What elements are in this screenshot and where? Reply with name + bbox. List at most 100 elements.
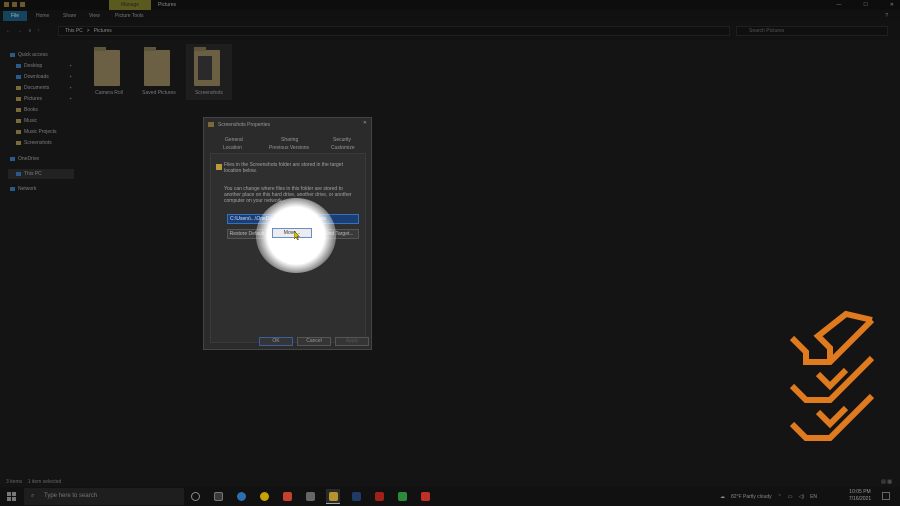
search-input[interactable]: Search Pictures — [736, 26, 888, 36]
sidebar-item-pictures[interactable]: Pictures — [16, 94, 42, 104]
taskbar-search[interactable]: ⌕ Type here to search — [24, 488, 184, 505]
folder-saved-pictures[interactable]: Saved Pictures — [136, 44, 182, 100]
properties-icon[interactable] — [12, 2, 17, 7]
dialog-close-button[interactable]: ✕ — [363, 120, 367, 126]
folder-icon — [216, 164, 222, 170]
ok-button[interactable]: OK — [259, 337, 293, 346]
brave-icon[interactable] — [280, 489, 294, 504]
sidebar-item-books[interactable]: Books — [16, 105, 38, 115]
folder-screenshots[interactable]: Screenshots — [186, 44, 232, 100]
sidebar-item-this-pc[interactable]: This PC — [8, 169, 74, 179]
tab-previous-versions[interactable]: Previous Versions — [269, 145, 309, 151]
sidebar-item-documents[interactable]: Documents — [16, 83, 49, 93]
start-button[interactable] — [7, 492, 16, 501]
quick-access-toolbar — [4, 2, 25, 7]
tab-home[interactable]: Home — [33, 11, 52, 21]
new-folder-icon[interactable] — [20, 2, 25, 7]
taskbar-apps — [188, 489, 432, 504]
move-button-highlighted[interactable]: Move... — [272, 228, 312, 238]
network-icon[interactable]: ▭ — [788, 494, 793, 500]
breadcrumb-pictures[interactable]: Pictures — [94, 27, 112, 35]
help-icon[interactable]: ? — [885, 11, 888, 21]
back-button[interactable]: ← — [6, 26, 11, 36]
sidebar-item-screenshots[interactable]: Screenshots — [16, 138, 52, 148]
breadcrumb-this-pc[interactable]: This PC — [65, 27, 83, 35]
taskbar: ⌕ Type here to search ☁ 82°F Partly clou… — [0, 487, 900, 506]
clock-date: 7/16/2021 — [848, 496, 872, 502]
close-button[interactable]: ✕ — [890, 0, 894, 10]
sidebar-item-onedrive[interactable]: OneDrive — [10, 154, 39, 164]
title-bar: Manage Pictures — ☐ ✕ — [0, 0, 900, 10]
notification-icon[interactable] — [882, 492, 890, 500]
clock[interactable]: 10:05 PM 7/16/2021 — [846, 489, 874, 503]
item-count: 3 items — [6, 479, 23, 485]
window-controls: — ☐ ✕ — [836, 0, 894, 10]
folder-icon — [194, 47, 220, 86]
pin-icon: ✦ — [69, 74, 73, 79]
forward-button[interactable]: → — [17, 26, 22, 36]
breadcrumb-separator: > — [86, 28, 90, 34]
minimize-button[interactable]: — — [836, 0, 841, 10]
cortana-icon[interactable] — [188, 489, 202, 504]
store-icon[interactable] — [303, 489, 317, 504]
media-player-icon[interactable] — [372, 489, 386, 504]
tab-location[interactable]: Location — [223, 145, 242, 151]
folder-icon — [208, 122, 214, 127]
watermark-logo — [789, 310, 875, 441]
cancel-button[interactable]: Cancel — [297, 337, 331, 346]
recent-locations-button[interactable]: ∨ — [28, 26, 32, 36]
sidebar-item-network[interactable]: Network — [10, 184, 36, 194]
address-bar[interactable]: This PC > Pictures — [58, 26, 730, 36]
address-bar-row: ← → ∨ ↑ This PC > Pictures Search Pictur… — [0, 22, 900, 40]
tab-security[interactable]: Security — [333, 137, 351, 143]
tab-share[interactable]: Share — [60, 11, 79, 21]
system-tray: ☁ 82°F Partly cloudy ⌃ ▭ ◁) EN — [720, 487, 817, 506]
context-tab-manage[interactable]: Manage — [109, 0, 151, 10]
view-toggle[interactable]: ▤ ▦ — [881, 478, 892, 487]
up-button[interactable]: ↑ — [38, 26, 41, 36]
chrome-icon[interactable] — [257, 489, 271, 504]
cloud-icon — [10, 157, 15, 161]
network-icon — [10, 187, 15, 191]
tab-sharing[interactable]: Sharing — [281, 137, 298, 143]
photoshop-icon[interactable] — [349, 489, 363, 504]
sidebar-item-downloads[interactable]: Downloads — [16, 72, 49, 82]
apply-button[interactable]: Apply — [335, 337, 369, 346]
chevron-up-icon[interactable]: ⌃ — [778, 494, 782, 500]
folder-icon — [16, 141, 21, 145]
file-explorer-icon[interactable] — [326, 489, 340, 504]
sidebar-quick-access[interactable]: Quick access — [10, 50, 48, 60]
sidebar-item-music-projects[interactable]: Music Projects — [16, 127, 57, 137]
tab-general[interactable]: General — [225, 137, 243, 143]
location-info-text: Files in the Screenshots folder are stor… — [224, 162, 343, 174]
pin-icon: ✦ — [69, 85, 73, 90]
task-view-icon[interactable] — [211, 489, 225, 504]
navigation-buttons: ← → ∨ ↑ — [6, 26, 40, 36]
ribbon: File Home Share View Picture Tools ? — [0, 10, 900, 22]
folder-icon[interactable] — [4, 2, 9, 7]
weather-icon[interactable]: ☁ — [720, 494, 725, 500]
folder-icon — [16, 108, 21, 112]
edge-icon[interactable] — [234, 489, 248, 504]
folder-camera-roll[interactable]: Camera Roll — [86, 44, 132, 100]
language-indicator[interactable]: EN — [810, 494, 817, 500]
recorder-icon[interactable] — [418, 489, 432, 504]
tab-file[interactable]: File — [3, 11, 27, 21]
star-icon — [10, 53, 15, 57]
folder-icon — [144, 47, 170, 86]
camtasia-icon[interactable] — [395, 489, 409, 504]
downloads-icon — [16, 75, 21, 79]
navigation-pane: Quick access Desktop ✦ Downloads ✦ Docum… — [0, 44, 80, 476]
volume-icon[interactable]: ◁) — [799, 494, 805, 500]
desktop-icon — [16, 64, 21, 68]
tab-picture-tools[interactable]: Picture Tools — [112, 11, 147, 21]
sidebar-item-music[interactable]: Music — [16, 116, 37, 126]
pin-icon: ✦ — [69, 63, 73, 68]
folder-icon — [94, 47, 120, 86]
maximize-button[interactable]: ☐ — [863, 0, 867, 10]
tab-customize[interactable]: Customize — [331, 145, 355, 151]
sidebar-item-desktop[interactable]: Desktop — [16, 61, 42, 71]
tab-view[interactable]: View — [86, 11, 103, 21]
weather-text[interactable]: 82°F Partly cloudy — [731, 494, 772, 500]
pictures-icon — [16, 97, 21, 101]
